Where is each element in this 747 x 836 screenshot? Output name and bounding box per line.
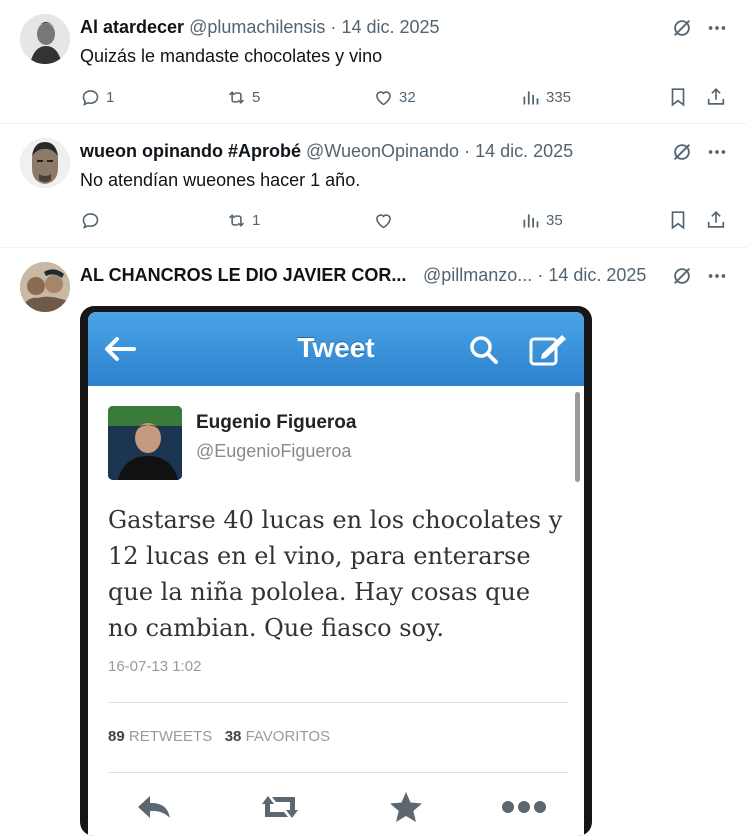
grok-icon[interactable] <box>671 141 693 163</box>
post-date[interactable]: 14 dic. 2025 <box>341 17 439 37</box>
author-handle[interactable]: @WueonOpinando <box>306 141 459 161</box>
post-1[interactable]: Al atardecer @plumachilensis · 14 dic. 2… <box>0 0 747 123</box>
avatar[interactable] <box>20 262 70 312</box>
divider <box>108 772 568 773</box>
reply-button[interactable]: 1 <box>80 86 114 108</box>
views-icon <box>523 90 539 104</box>
views-button[interactable]: 335 <box>520 86 571 108</box>
reply-count: 1 <box>106 88 115 106</box>
grok-icon[interactable] <box>671 265 693 287</box>
repost-button[interactable]: 5 <box>226 86 260 108</box>
repost-button[interactable]: 1 <box>226 209 260 231</box>
post-header: wueon opinando #Aprobé @WueonOpinando · … <box>80 139 573 163</box>
repost-count: 1 <box>252 211 261 229</box>
post-date[interactable]: 14 dic. 2025 <box>548 265 646 285</box>
favorites-label: FAVORITOS <box>245 728 331 745</box>
post-2[interactable]: wueon opinando #Aprobé @WueonOpinando · … <box>0 124 747 247</box>
embedded-author-handle: @EugenioFigueroa <box>196 441 352 461</box>
post-text: No atendían wueones hacer 1 año. <box>80 170 361 190</box>
reply-icon <box>82 212 99 229</box>
avatar[interactable] <box>20 14 70 64</box>
reply-icon <box>82 89 99 106</box>
heart-icon <box>376 213 391 228</box>
like-button[interactable]: 32 <box>373 86 416 108</box>
post-header: AL CHANCROS LE DIO JAVIER COR... <box>80 263 406 287</box>
post-image[interactable]: Tweet Eugenio Figueroa @EugenioFigueroa <box>80 306 592 836</box>
reply-button[interactable] <box>80 209 106 231</box>
views-button[interactable]: 35 <box>520 209 563 231</box>
embedded-text-line: Gastarse 40 lucas en los chocolates y <box>108 506 563 534</box>
retweet-icon <box>262 796 298 818</box>
author-name[interactable]: wueon opinando #Aprobé <box>80 141 301 161</box>
tweet-bar-title: Tweet <box>297 332 375 363</box>
embedded-author-name: Eugenio Figueroa <box>196 412 357 433</box>
like-count: 32 <box>399 88 416 106</box>
post-meta: @pillmanzo... · 14 dic. 2025 <box>423 263 646 287</box>
views-count: 335 <box>546 88 572 106</box>
star-icon <box>390 792 422 822</box>
embedded-text-line: no cambian. Que fiasco soy. <box>108 614 444 642</box>
more-icon[interactable] <box>706 265 728 287</box>
separator-dot: · <box>537 265 544 285</box>
embedded-text-line: que la niña pololea. Hay cosas que <box>108 578 531 606</box>
embedded-tweet-text: Gastarse 40 lucas en los chocolates y 12… <box>108 502 578 646</box>
tweet-title-bar: Tweet <box>88 312 584 386</box>
bookmark-icon[interactable] <box>667 86 689 108</box>
repost-icon <box>228 213 245 227</box>
embedded-timestamp: 16-07-13 1:02 <box>108 658 202 675</box>
retweets-count: 89 <box>108 728 125 745</box>
embedded-stats: 89 RETWEETS 38 FAVORITOS <box>108 728 330 745</box>
post-header: Al atardecer @plumachilensis · 14 dic. 2… <box>80 15 440 39</box>
embedded-tweet-screenshot: Tweet Eugenio Figueroa @EugenioFigueroa <box>88 312 584 836</box>
search-icon <box>470 336 498 364</box>
embedded-author-avatar <box>108 406 182 480</box>
author-handle[interactable]: @pillmanzo... <box>423 265 532 285</box>
author-handle[interactable]: @plumachilensis <box>189 17 325 37</box>
heart-icon <box>376 90 391 105</box>
more-dots-icon <box>502 801 546 813</box>
share-icon[interactable] <box>705 86 727 108</box>
divider <box>108 702 568 703</box>
more-icon[interactable] <box>706 141 728 163</box>
repost-icon <box>228 90 245 104</box>
share-icon[interactable] <box>705 209 727 231</box>
separator-dot: · <box>330 17 337 37</box>
post-text: Quizás le mandaste chocolates y vino <box>80 46 383 66</box>
post-date[interactable]: 14 dic. 2025 <box>475 141 573 161</box>
grok-icon[interactable] <box>671 17 693 39</box>
separator-dot: · <box>464 141 471 161</box>
reply-arrow-icon <box>138 796 170 818</box>
favorites-count: 38 <box>224 728 242 745</box>
author-name[interactable]: AL CHANCROS LE DIO JAVIER COR... <box>80 265 406 285</box>
scrollbar <box>575 392 580 482</box>
compose-icon <box>529 335 566 366</box>
like-button[interactable] <box>373 209 399 231</box>
bookmark-icon[interactable] <box>667 209 689 231</box>
repost-count: 5 <box>252 88 261 106</box>
embedded-text-line: 12 lucas en el vino, para enterarse <box>108 542 531 570</box>
avatar[interactable] <box>20 138 70 188</box>
retweets-label: RETWEETS <box>128 728 213 745</box>
more-icon[interactable] <box>706 17 728 39</box>
views-count: 35 <box>546 211 563 229</box>
views-icon <box>523 213 539 227</box>
author-name[interactable]: Al atardecer <box>80 17 184 37</box>
